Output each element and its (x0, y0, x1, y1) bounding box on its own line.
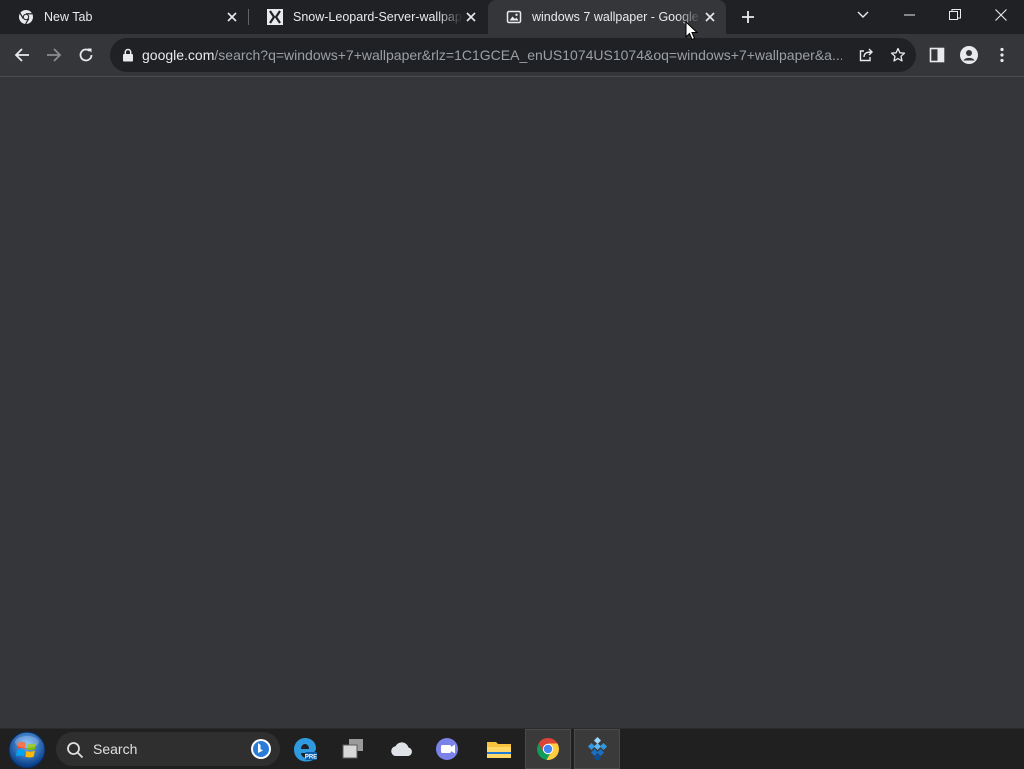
chrome-icon (537, 738, 559, 760)
teams-icon (436, 738, 458, 760)
star-icon (890, 47, 906, 62)
taskbar-task-view[interactable] (330, 729, 376, 769)
reload-button[interactable] (70, 39, 102, 71)
close-icon (995, 9, 1007, 21)
tab-strip: New Tab Snow-Leopard-Server-wallpaper.jp… (0, 0, 1024, 34)
minimize-button[interactable] (886, 0, 932, 30)
tab-search-button[interactable] (840, 0, 886, 30)
tab-title: windows 7 wallpaper - Google Search (532, 10, 702, 24)
forward-icon (47, 48, 62, 62)
taskbar-file-explorer[interactable] (476, 729, 522, 769)
svg-text:PRE: PRE (305, 755, 317, 761)
address-bar[interactable]: google.com/search?q=windows+7+wallpaper&… (110, 38, 916, 72)
new-tab-button[interactable] (736, 5, 760, 29)
url-path: /search?q=windows+7+wallpaper&rlz=1C1GCE… (214, 47, 842, 63)
start-orb[interactable] (8, 731, 46, 769)
chevron-down-icon (857, 11, 869, 18)
close-icon[interactable] (702, 9, 718, 25)
close-window-button[interactable] (978, 0, 1024, 30)
side-panel-button[interactable] (921, 39, 953, 71)
reload-icon (79, 48, 93, 62)
profile-button[interactable] (953, 39, 985, 71)
taskbar-search[interactable]: Search (56, 732, 280, 766)
taskbar-chrome[interactable] (525, 729, 571, 769)
forward-button[interactable] (38, 39, 70, 71)
restore-button[interactable] (932, 0, 978, 30)
url-host: google.com (142, 47, 215, 63)
tab-new-tab[interactable]: New Tab (0, 0, 248, 34)
mouse-cursor-icon (685, 21, 699, 41)
menu-icon (1000, 47, 1004, 63)
tab-title: New Tab (44, 10, 93, 24)
tab-title: Snow-Leopard-Server-wallpaper.jpg (293, 10, 463, 24)
minimize-icon (903, 14, 915, 16)
bookmark-button[interactable] (886, 43, 910, 67)
back-button[interactable] (6, 39, 38, 71)
weather-icon (391, 742, 412, 756)
restore-icon (949, 9, 961, 20)
google-images-icon (506, 9, 522, 25)
taskbar-edge-beta[interactable]: PRE (282, 729, 328, 769)
profile-icon (960, 46, 978, 64)
taskbar: Search PRE (0, 728, 1024, 769)
browser-toolbar: google.com/search?q=windows+7+wallpaper&… (0, 34, 1024, 77)
lock-icon[interactable] (121, 48, 135, 62)
chrome-icon (18, 9, 34, 25)
search-placeholder: Search (93, 741, 138, 757)
share-icon (859, 48, 873, 62)
close-icon[interactable] (224, 9, 240, 25)
app-icon (587, 736, 608, 762)
plus-icon (742, 11, 754, 23)
menu-button[interactable] (986, 39, 1018, 71)
file-explorer-icon (487, 742, 511, 758)
side-panel-icon (929, 47, 945, 63)
task-view-icon (342, 739, 363, 759)
back-icon (14, 48, 29, 62)
edge-beta-icon: PRE (294, 738, 317, 762)
search-icon (67, 742, 84, 759)
tab-snow-leopard[interactable]: Snow-Leopard-Server-wallpaper.jpg (249, 0, 487, 34)
taskbar-teams[interactable] (425, 729, 471, 769)
close-icon[interactable] (463, 9, 479, 25)
page-content (0, 77, 1024, 728)
taskbar-weather[interactable] (378, 729, 424, 769)
taskbar-app[interactable] (574, 729, 620, 769)
url-text[interactable]: google.com/search?q=windows+7+wallpaper&… (142, 47, 842, 63)
share-button[interactable] (854, 43, 878, 67)
bing-icon[interactable] (250, 738, 272, 760)
x-logo-icon (267, 9, 283, 25)
